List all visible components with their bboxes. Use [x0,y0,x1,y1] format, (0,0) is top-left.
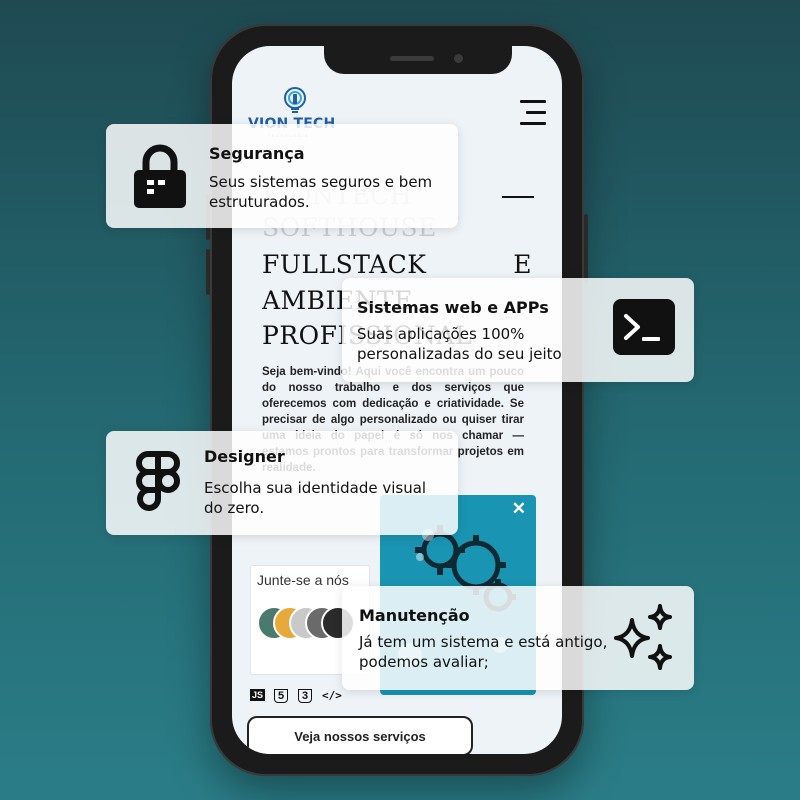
feature-card-security: Segurança Seus sistemas seguros e bem es… [106,124,458,228]
close-icon[interactable]: ✕ [512,499,526,519]
services-button[interactable]: Veja nossos serviços [247,716,473,754]
padlock-icon [134,144,186,208]
phone-notch [324,46,512,74]
feature-title: Designer [204,447,285,466]
html5-badge-icon: 5 [274,689,289,703]
hero-line-3: FULLSTACK E [262,251,532,279]
feature-card-web-apps: Sistemas web e APPs Suas aplicações 100%… [342,278,694,382]
camera-lens [454,54,463,63]
feature-description: Escolha sua identidade visual do zero. [204,479,427,517]
feature-description: Seus sistemas seguros e bem estruturados… [209,173,433,211]
feature-title: Manutenção [359,606,470,625]
volume-down-button [206,249,210,295]
javascript-badge-icon: JS [250,689,266,701]
hero-line-3-left: FULLSTACK [262,250,427,279]
feature-title: Segurança [209,144,305,163]
join-us-text: Junte-se a nós [257,572,349,588]
hamburger-menu-icon[interactable] [510,98,546,128]
power-button [584,214,588,284]
css3-badge-icon: 3 [298,689,313,703]
feature-description: Já tem um sistema e está antigo, podemos… [359,633,608,671]
terminal-icon [613,299,675,355]
lightbulb-icon [284,87,306,113]
feature-card-designer: Designer Escolha sua identidade visual d… [106,431,458,535]
code-badge-icon: </> [322,689,342,702]
figma-icon [136,451,180,511]
feature-card-maintenance: Manutenção Já tem um sistema e está anti… [342,586,694,690]
tech-badges: JS 5 3 </> [250,689,360,709]
hero-divider [502,196,534,198]
speaker-grille [390,56,434,61]
feature-description: Suas aplicações 100% personalizadas do s… [357,325,562,363]
sparkles-icon [614,604,672,670]
feature-title: Sistemas web e APPs [357,298,549,317]
hero-line-3-right: E [513,250,532,279]
